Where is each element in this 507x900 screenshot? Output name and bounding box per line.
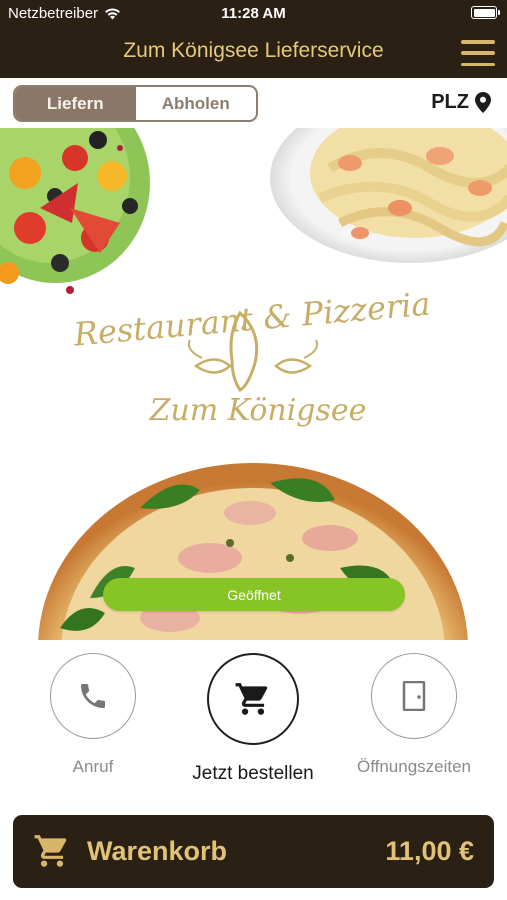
cart-label: Warenkorb xyxy=(87,836,228,866)
status-bar: Netzbetreiber 11:28 AM xyxy=(0,0,507,28)
cart-total: 11,00 € xyxy=(385,836,474,866)
door-icon xyxy=(402,681,426,711)
hamburger-menu-icon[interactable] xyxy=(461,40,495,66)
hero-illustration: Restaurant & Pizzeria Zum Königsee xyxy=(0,128,507,640)
logo-line-1: Restaurant & Pizzeria xyxy=(71,285,432,354)
opening-hours-button[interactable] xyxy=(371,653,457,739)
hero-image: Restaurant & Pizzeria Zum Königsee xyxy=(0,128,507,640)
pasta-image xyxy=(270,128,507,263)
order-now-label: Jetzt bestellen xyxy=(192,763,314,784)
location-pin-icon xyxy=(475,92,491,113)
clock: 11:28 AM xyxy=(221,5,286,22)
call-button[interactable] xyxy=(50,653,136,739)
shopping-cart-icon xyxy=(34,835,67,867)
action-order: Jetzt bestellen xyxy=(188,653,318,785)
toggle-option-liefern[interactable]: Liefern xyxy=(15,87,136,120)
battery-icon xyxy=(471,6,500,19)
action-call: Anruf xyxy=(28,653,158,777)
action-hours: Öffnungszeiten xyxy=(349,653,479,777)
plz-selector[interactable]: PLZ xyxy=(431,91,491,114)
phone-icon xyxy=(81,684,105,708)
shopping-cart-icon xyxy=(235,683,268,715)
open-status-badge: Geöffnet xyxy=(103,578,405,611)
toggle-option-abholen[interactable]: Abholen xyxy=(136,87,257,120)
cart-bar[interactable]: Warenkorb 11,00 € xyxy=(13,815,494,888)
salad-image xyxy=(0,128,150,294)
plz-label: PLZ xyxy=(431,91,469,113)
app-header: Zum Königsee Lieferservice xyxy=(0,28,507,78)
app-title: Zum Königsee Lieferservice xyxy=(123,39,384,62)
order-now-button[interactable] xyxy=(207,653,299,745)
logo-line-2: Zum Königsee xyxy=(149,393,367,428)
opening-hours-label: Öffnungszeiten xyxy=(356,757,472,776)
restaurant-logo: Restaurant & Pizzeria Zum Königsee xyxy=(71,285,432,428)
pizza-image xyxy=(38,463,468,640)
call-label: Anruf xyxy=(72,757,114,776)
order-mode-toggle: Liefern Abholen xyxy=(13,85,258,122)
